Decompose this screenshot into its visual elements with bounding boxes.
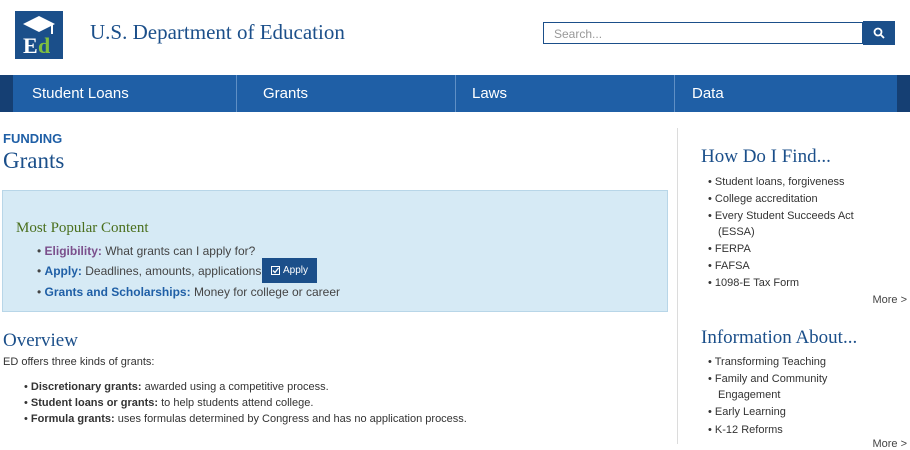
edit-check-icon (270, 266, 280, 275)
bullet: • (24, 381, 31, 393)
find-link-essa-cont[interactable]: (ESSA) (718, 226, 755, 238)
overview-item-lead: Student loans or grants: (30, 397, 159, 409)
find-link-ferpa[interactable]: • FERPA (708, 243, 751, 255)
overview-item: • Formula grants: uses formulas determin… (24, 413, 467, 425)
popular-item-lead[interactable]: Apply: (45, 264, 82, 278)
nav-divider (236, 75, 237, 112)
svg-text:E: E (23, 33, 38, 58)
overview-item-lead: Formula grants: (30, 413, 115, 425)
popular-title: Most Popular Content (16, 220, 149, 236)
overview-title: Overview (3, 330, 78, 351)
svg-text:d: d (38, 33, 50, 58)
apply-button[interactable]: Apply (262, 258, 317, 283)
overview-item: • Discretionary grants: awarded using a … (24, 381, 329, 393)
popular-content-box: Most Popular Content • Eligibility: What… (2, 190, 668, 312)
popular-item-text: What grants can I apply for? (105, 244, 256, 258)
overview-item-text: awarded using a competitive process. (144, 381, 329, 393)
info-link-early-learning[interactable]: • Early Learning (708, 406, 786, 418)
popular-item-text: Money for college or career (193, 285, 341, 299)
info-link-k12[interactable]: • K-12 Reforms (708, 424, 783, 436)
site-title[interactable]: U.S. Department of Education (90, 20, 345, 45)
sidebar-divider (677, 128, 678, 444)
nav-divider (674, 75, 675, 112)
nav-laws[interactable]: Laws (472, 75, 507, 112)
overview-item: • Student loans or grants: to help stude… (24, 397, 313, 409)
apply-button-label: Apply (282, 265, 308, 276)
search-icon (873, 27, 885, 39)
popular-item-lead[interactable]: Grants and Scholarships: (45, 285, 191, 299)
bullet: • (24, 397, 31, 409)
overview-intro: ED offers three kinds of grants: (3, 356, 155, 368)
info-link-teaching[interactable]: • Transforming Teaching (708, 356, 826, 368)
nav-edge-left (0, 75, 13, 112)
bullet: • (24, 413, 31, 425)
popular-item-scholarships[interactable]: • Grants and Scholarships: Money for col… (37, 285, 340, 299)
popular-item-text: Deadlines, amounts, applications (85, 264, 262, 278)
info-more-link[interactable]: More > (872, 438, 907, 450)
popular-item-eligibility[interactable]: • Eligibility: What grants can I apply f… (37, 244, 255, 258)
how-do-i-find-title: How Do I Find... (701, 146, 831, 167)
find-more-link[interactable]: More > (872, 294, 907, 306)
nav-student-loans[interactable]: Student Loans (32, 75, 129, 112)
bullet: • (37, 264, 45, 278)
find-link-accreditation[interactable]: • College accreditation (708, 193, 818, 205)
overview-item-text: uses formulas determined by Congress and… (117, 413, 467, 425)
information-about-title: Information About... (701, 327, 858, 348)
overview-item-lead: Discretionary grants: (30, 381, 142, 393)
nav-grants[interactable]: Grants (263, 75, 308, 112)
bullet: • (37, 244, 45, 258)
section-eyebrow: FUNDING (3, 131, 63, 146)
nav-edge-right (897, 75, 910, 112)
bullet: • (37, 285, 45, 299)
info-link-family-cont[interactable]: Engagement (718, 389, 780, 401)
find-link-essa[interactable]: • Every Student Succeeds Act (708, 210, 854, 222)
main-nav: Student Loans Grants Laws Data (0, 75, 910, 112)
ed-logo[interactable]: E d (15, 11, 63, 59)
overview-item-text: to help students attend college. (161, 397, 314, 409)
nav-data[interactable]: Data (692, 75, 724, 112)
find-link-fafsa[interactable]: • FAFSA (708, 260, 750, 272)
page-title: Grants (3, 148, 65, 173)
popular-item-apply[interactable]: • Apply: Deadlines, amounts, application… (37, 264, 261, 278)
popular-item-lead[interactable]: Eligibility: (45, 244, 102, 258)
find-link-1098e[interactable]: • 1098-E Tax Form (708, 277, 799, 289)
find-link-student-loans[interactable]: • Student loans, forgiveness (708, 176, 845, 188)
nav-divider (455, 75, 456, 112)
info-link-family[interactable]: • Family and Community (708, 373, 827, 385)
search-input[interactable]: Search... (543, 22, 863, 44)
search-button[interactable] (863, 21, 895, 45)
